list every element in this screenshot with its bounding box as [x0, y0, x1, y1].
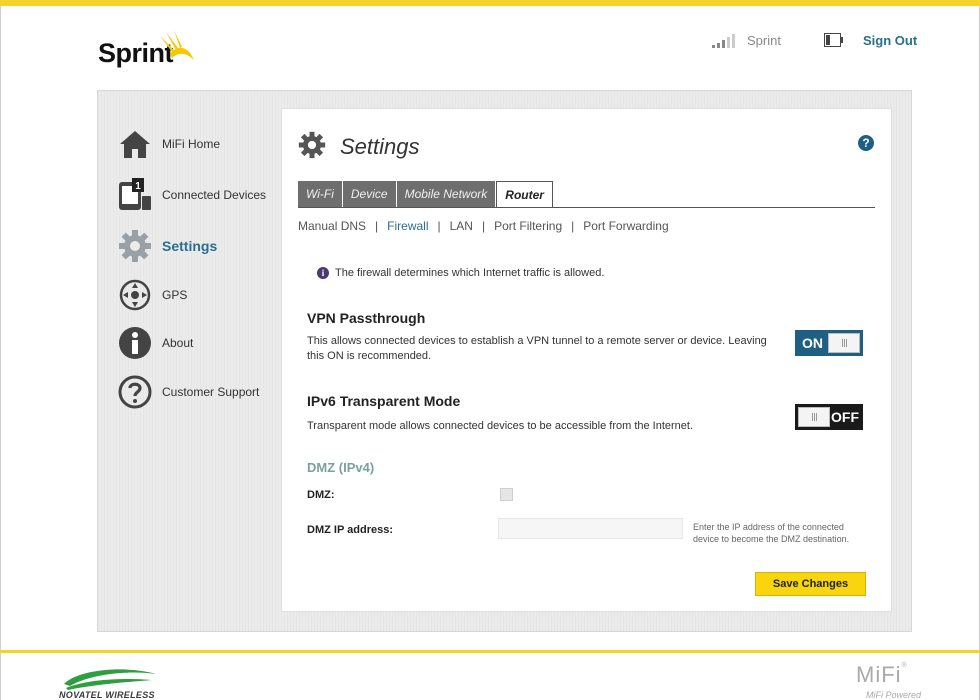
subnav-manual-dns[interactable]: Manual DNS: [298, 219, 366, 233]
frame-left: [0, 6, 1, 700]
vpn-passthrough-desc-2: this ON is recommended.: [307, 350, 432, 362]
sidebar-item-label: Settings: [162, 238, 218, 254]
vpn-passthrough-title: VPN Passthrough: [307, 310, 426, 326]
tab-device[interactable]: Device: [342, 181, 396, 207]
dmz-ip-label: DMZ IP address:: [307, 524, 393, 536]
toggle-knob: [798, 407, 830, 427]
subnav-separator: |: [437, 219, 441, 233]
sprint-pin-icon: [160, 30, 194, 60]
subnav-port-filtering[interactable]: Port Filtering: [494, 219, 562, 233]
sidebar-item-label: MiFi Home: [162, 137, 221, 151]
mifi-wordmark: MiFi: [856, 662, 902, 687]
battery-icon: [824, 33, 843, 47]
toggle-state-label: ON: [802, 335, 823, 351]
carrier-name: Sprint: [747, 33, 781, 48]
sidebar-item-settings[interactable]: Settings: [118, 229, 217, 263]
home-icon: [120, 131, 150, 158]
subnav-firewall[interactable]: Firewall: [387, 219, 428, 233]
subnav-lan[interactable]: LAN: [450, 219, 473, 233]
devices-badge: 1: [135, 181, 141, 192]
subnav-separator: |: [571, 219, 575, 233]
dmz-heading: DMZ (IPv4): [307, 460, 375, 475]
vpn-passthrough-desc-1: This allows connected devices to establi…: [307, 335, 767, 347]
subnav-separator: |: [481, 219, 486, 233]
ipv6-transparent-desc: Transparent mode allows connected device…: [307, 420, 694, 432]
dmz-ip-hint: Enter the IP address of the connected de…: [693, 521, 873, 545]
footer-accent-bar: [0, 650, 980, 653]
dmz-ip-hint-line: device to become the DMZ destination.: [693, 534, 850, 544]
sidebar-item-gps[interactable]: GPS: [118, 278, 187, 312]
tab-mobile-network[interactable]: Mobile Network: [396, 181, 496, 207]
novatel-wordmark: NOVATEL WIRELESS: [59, 690, 155, 700]
vpn-passthrough-toggle[interactable]: ON: [795, 330, 863, 356]
info-icon: [119, 327, 151, 359]
sidebar-item-label: GPS: [162, 288, 188, 302]
gear-icon: [119, 230, 151, 262]
gps-icon: [119, 279, 151, 311]
info-small-icon: i: [317, 267, 329, 279]
page-title: Settings: [340, 134, 420, 159]
settings-tabs: Wi-Fi Device Mobile Network Router: [298, 181, 554, 208]
devices-icon: 1: [119, 178, 151, 210]
firewall-info: i The firewall determines which Internet…: [317, 267, 604, 279]
sign-out-link[interactable]: Sign Out: [863, 33, 917, 48]
sidebar-item-about[interactable]: About: [118, 326, 193, 360]
sidebar-item-customer-support[interactable]: Customer Support: [118, 375, 259, 409]
subnav-separator: |: [375, 219, 379, 233]
tab-underline: [298, 207, 875, 208]
sidebar-item-connected-devices[interactable]: 1 Connected Devices: [118, 178, 266, 212]
subnav-port-forwarding[interactable]: Port Forwarding: [583, 219, 668, 233]
tab-wifi[interactable]: Wi-Fi: [298, 181, 342, 207]
help-icon[interactable]: ?: [858, 135, 874, 151]
sidebar-item-label: Connected Devices: [162, 188, 267, 202]
router-subnav: Manual DNS | Firewall | LAN | Port Filte…: [298, 219, 669, 233]
sidebar-item-label: About: [162, 336, 194, 350]
save-changes-button[interactable]: Save Changes: [755, 572, 866, 596]
dmz-ip-hint-line: Enter the IP address of the connected: [693, 522, 844, 532]
tab-router[interactable]: Router: [496, 181, 553, 208]
mifi-logo: MiFi®: [856, 662, 908, 687]
sidebar-item-label: Customer Support: [162, 385, 260, 399]
top-accent-bar: [0, 0, 980, 6]
novatel-logo: [64, 669, 156, 690]
dmz-checkbox[interactable]: [500, 488, 513, 501]
settings-gear-icon: [298, 131, 326, 159]
mifi-powered-text: MiFi Powered: [866, 690, 922, 700]
signal-strength-icon: [712, 34, 735, 48]
sidebar-item-mifi-home[interactable]: MiFi Home: [118, 127, 220, 161]
ipv6-transparent-toggle[interactable]: OFF: [795, 404, 863, 430]
dmz-label: DMZ:: [307, 489, 335, 501]
toggle-knob: [828, 333, 860, 353]
firewall-info-text: The firewall determines which Internet t…: [335, 267, 605, 279]
question-icon: [118, 375, 152, 409]
dmz-ip-input[interactable]: [498, 518, 683, 539]
ipv6-transparent-title: IPv6 Transparent Mode: [307, 393, 461, 409]
toggle-state-label: OFF: [831, 409, 859, 425]
